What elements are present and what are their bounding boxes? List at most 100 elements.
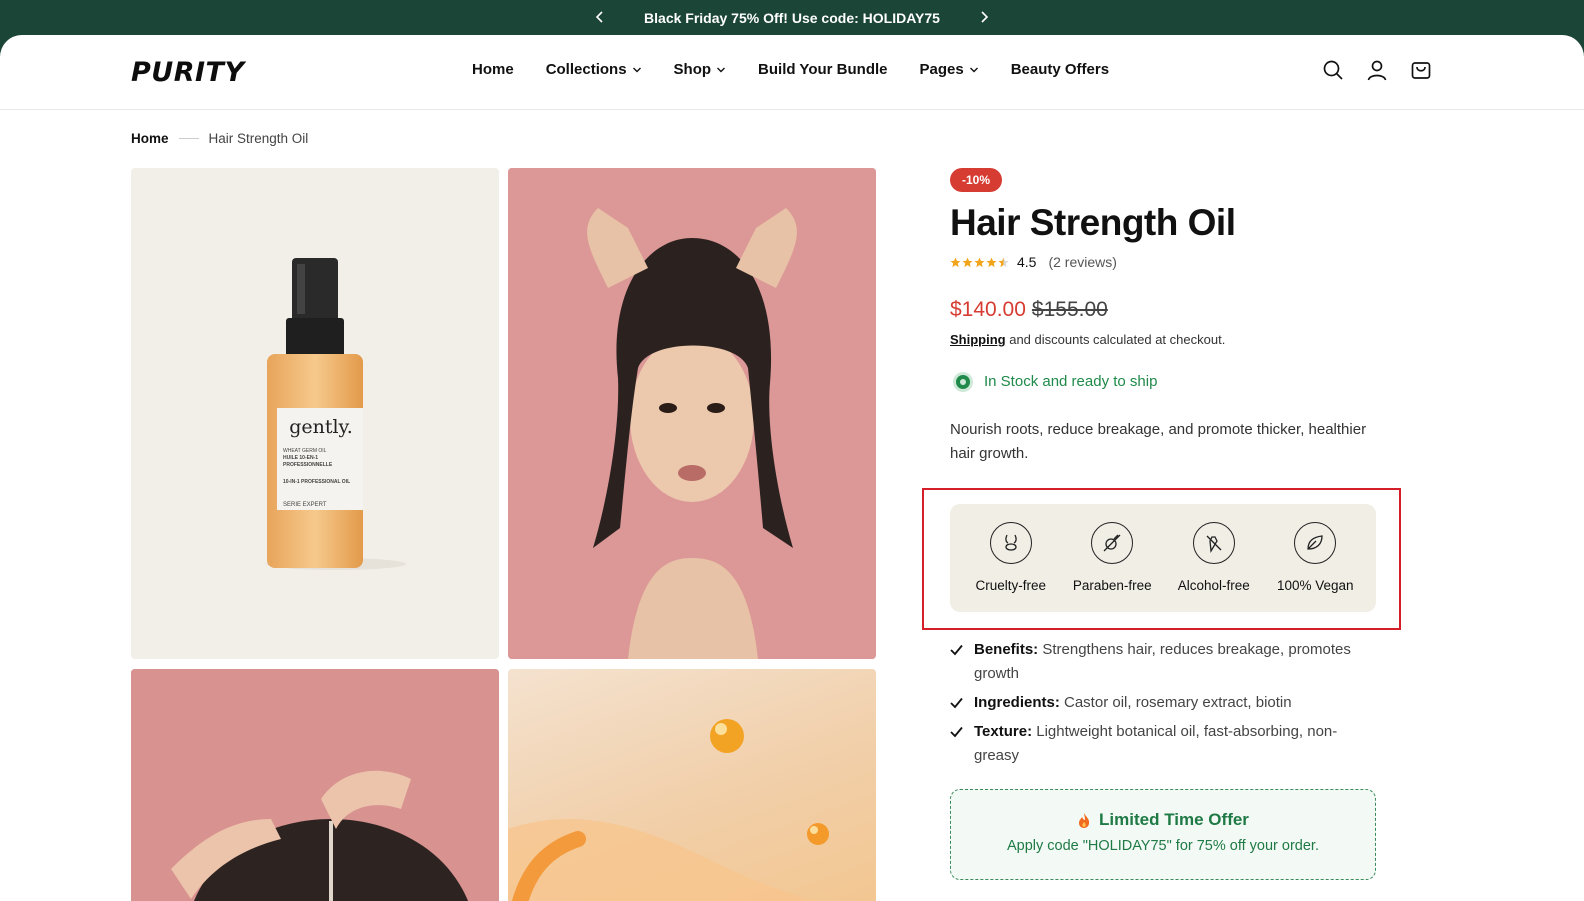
star-icon: [986, 257, 997, 267]
nav-collections-label: Collections: [545, 61, 627, 78]
feature-cruelty-free: Cruelty-free: [961, 504, 1061, 612]
model-photo-illustration: [508, 168, 876, 659]
checkmark-icon: [950, 697, 963, 709]
product-title: Hair Strength Oil: [950, 202, 1236, 243]
feature-label: 100% Vegan: [1276, 578, 1354, 593]
nav-pages[interactable]: Pages: [920, 61, 979, 78]
oil-bottle-illustration: [266, 258, 406, 570]
offer-title: Limited Time Offer: [1099, 810, 1249, 829]
header-icons: [1322, 59, 1432, 81]
bottle-line-1: HUILE 10-EN-1 PROFESSIONNELLE: [283, 455, 333, 468]
account-button[interactable]: [1366, 59, 1388, 81]
checkmark-icon: [950, 644, 963, 656]
gallery-image-model[interactable]: [508, 168, 876, 659]
breadcrumb-current: Hair Strength Oil: [208, 131, 309, 146]
announcement-prev-arrow[interactable]: [590, 7, 610, 27]
product-features: Cruelty-free Paraben-free Alcohol-free 1…: [950, 504, 1376, 612]
price-block: $140.00 $155.00: [950, 298, 1380, 322]
chevron-down-icon: [632, 67, 641, 72]
shipping-note-text: and discounts calculated at checkout.: [1005, 332, 1226, 347]
shipping-link[interactable]: Shipping: [950, 332, 1006, 347]
gallery-image-oil-drops[interactable]: [508, 669, 876, 901]
leaf-icon: [1294, 522, 1337, 564]
rating-score: 4.5: [1017, 254, 1037, 270]
feature-paraben-free: Paraben-free: [1062, 504, 1162, 612]
no-alcohol-icon: [1192, 522, 1235, 564]
bottle-sub: WHEAT GERM OIL: [283, 448, 327, 454]
star-icon: [950, 257, 961, 267]
chevron-down-icon: [717, 67, 726, 72]
chevron-left-icon: [595, 11, 603, 23]
product-rating[interactable]: 4.5 (2 reviews): [950, 254, 1380, 270]
nav-offers-label: Beauty Offers: [1010, 61, 1110, 78]
fire-icon: [1079, 812, 1090, 828]
scalp-photo-illustration: [131, 669, 499, 901]
chevron-right-icon: [981, 11, 989, 23]
page-sheet: PURITY Home Collections Shop Build Your …: [0, 35, 1584, 901]
feature-alcohol-free: Alcohol-free: [1164, 504, 1264, 612]
nav-beauty-offers[interactable]: Beauty Offers: [1011, 61, 1109, 78]
nav-pages-label: Pages: [919, 61, 964, 78]
detail-ingredients: Ingredients: Castor oil, rosemary extrac…: [950, 691, 1380, 715]
detail-key: Texture:: [974, 723, 1033, 740]
bottle-brand: gently.: [289, 416, 353, 438]
oil-drops-illustration: [508, 719, 829, 901]
feature-label: Alcohol-free: [1177, 578, 1250, 593]
shopping-bag-icon: [1411, 62, 1431, 79]
nav-collections[interactable]: Collections: [546, 61, 642, 78]
product-details-list: Benefits: Strengthens hair, reduces brea…: [950, 638, 1380, 773]
no-chemical-icon: [1091, 522, 1134, 564]
chevron-down-icon: [969, 67, 978, 72]
detail-value: Castor oil, rosemary extract, biotin: [1059, 694, 1292, 711]
breadcrumb: Home Hair Strength Oil: [131, 131, 308, 146]
shipping-note: Shipping and discounts calculated at che…: [950, 332, 1380, 347]
breadcrumb-separator: [178, 138, 199, 139]
bottle-label-text: WHEAT GERM OIL HUILE 10-EN-1 PROFESSIONN…: [283, 448, 361, 509]
detail-key: Ingredients:: [974, 694, 1060, 711]
star-icon: [962, 257, 973, 267]
search-button[interactable]: [1322, 59, 1344, 81]
feature-label: Cruelty-free: [975, 578, 1047, 593]
bottle-line-2: 10-IN-1 PROFESSIONAL OIL: [283, 479, 351, 485]
product-description: Nourish roots, reduce breakage, and prom…: [950, 421, 1367, 462]
main-nav: Home Collections Shop Build Your Bundle …: [472, 61, 1141, 78]
product-info: -10% Hair Strength Oil 4.5 (2 reviews) $…: [950, 168, 1380, 466]
bunny-icon: [989, 522, 1032, 564]
detail-texture: Texture: Lightweight botanical oil, fast…: [950, 720, 1380, 768]
gallery-image-scalp[interactable]: [131, 669, 499, 901]
star-icon: [998, 257, 1009, 267]
site-logo[interactable]: PURITY: [131, 57, 245, 88]
sale-price: $140.00: [950, 298, 1026, 321]
bottle-series: SERIE EXPERT: [283, 502, 327, 508]
nav-shop-label: Shop: [673, 61, 712, 78]
nav-home[interactable]: Home: [472, 61, 514, 78]
feature-label: Paraben-free: [1072, 578, 1152, 593]
reviews-link[interactable]: (2 reviews): [1048, 254, 1116, 270]
breadcrumb-home[interactable]: Home: [131, 131, 169, 146]
site-header: PURITY Home Collections Shop Build Your …: [0, 35, 1584, 110]
stock-status: In Stock and ready to ship: [950, 373, 1380, 390]
gallery-image-bottle[interactable]: gently. WHEAT GERM OIL HUILE 10-EN-1 PRO…: [131, 168, 499, 659]
limited-offer-box: Limited Time Offer Apply code "HOLIDAY75…: [950, 789, 1376, 880]
announcement-bar: Black Friday 75% Off! Use code: HOLIDAY7…: [0, 0, 1584, 36]
user-icon: [1367, 60, 1387, 81]
discount-badge: -10%: [950, 168, 1003, 192]
nav-shop[interactable]: Shop: [674, 61, 727, 78]
nav-home-label: Home: [472, 61, 514, 78]
offer-heading: Limited Time Offer: [951, 810, 1375, 830]
stock-dot-icon: [956, 374, 970, 389]
compare-price: $155.00: [1031, 298, 1108, 321]
stock-text: In Stock and ready to ship: [984, 373, 1158, 390]
cart-button[interactable]: [1410, 59, 1432, 81]
checkmark-icon: [950, 726, 963, 738]
rating-stars: [950, 257, 1009, 268]
feature-vegan: 100% Vegan: [1265, 504, 1365, 612]
nav-bundle-label: Build Your Bundle: [758, 61, 888, 78]
offer-body: Apply code "HOLIDAY75" for 75% off your …: [1006, 838, 1319, 854]
announcement-text[interactable]: Black Friday 75% Off! Use code: HOLIDAY7…: [644, 10, 940, 26]
search-icon: [1323, 60, 1343, 80]
star-icon: [974, 257, 985, 267]
nav-build-your-bundle[interactable]: Build Your Bundle: [758, 61, 887, 78]
announcement-next-arrow[interactable]: [974, 7, 994, 27]
detail-key: Benefits:: [974, 641, 1039, 658]
